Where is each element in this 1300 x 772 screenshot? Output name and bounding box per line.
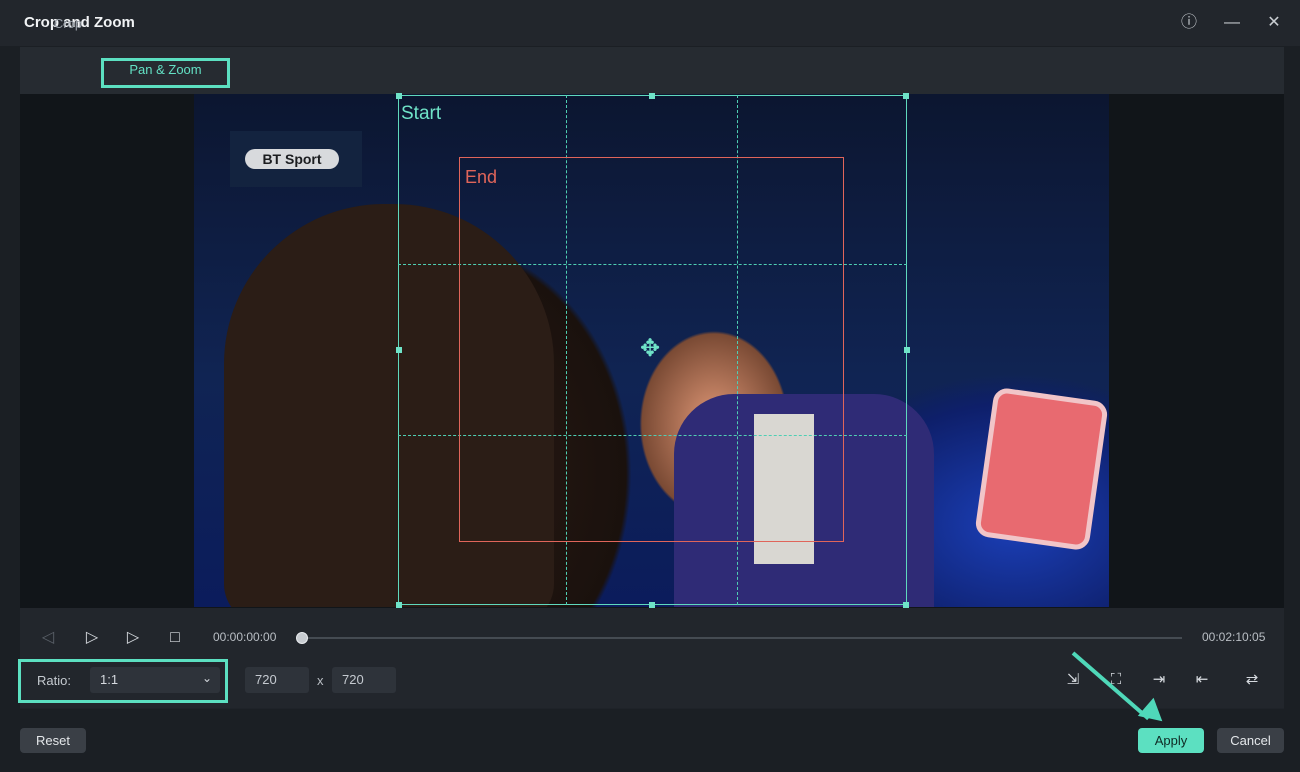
play-icon[interactable]: ▷	[123, 628, 143, 648]
cancel-button[interactable]: Cancel	[1217, 728, 1284, 753]
end-label: End	[465, 167, 498, 187]
current-time: 00:00:00:00	[213, 630, 277, 644]
handle-top[interactable]	[649, 93, 655, 99]
apply-button[interactable]: Apply	[1138, 728, 1204, 753]
height-input[interactable]: 720	[332, 667, 396, 693]
ratio-label: Ratio:	[37, 673, 71, 688]
swap-icon[interactable]: ⇄	[1242, 670, 1262, 690]
total-time: 00:02:10:05	[1202, 630, 1266, 644]
ratio-value: 1:1	[100, 672, 119, 687]
handle-top-left[interactable]	[396, 93, 402, 99]
bt-sport-logo: BT Sport	[245, 149, 339, 169]
start-label: Start	[401, 103, 442, 124]
timeline-knob[interactable]	[296, 632, 308, 644]
help-icon[interactable]: ⓘ	[1178, 12, 1200, 34]
handle-left[interactable]	[396, 347, 402, 353]
stop-icon[interactable]: □	[165, 628, 185, 648]
close-icon[interactable]: ✕	[1263, 12, 1285, 34]
tab-pan-zoom[interactable]: Pan & Zoom	[101, 58, 230, 88]
size-separator: x	[317, 673, 324, 688]
set-start-icon[interactable]: ⇤	[1192, 670, 1212, 690]
chevron-down-icon: ⌄	[201, 671, 212, 685]
minimize-icon[interactable]: —	[1221, 12, 1243, 34]
ratio-select[interactable]: 1:1 ⌄	[90, 667, 220, 693]
reset-button[interactable]: Reset	[20, 728, 86, 753]
next-frame-icon[interactable]: ▷	[82, 628, 102, 648]
handle-top-right[interactable]	[903, 93, 909, 99]
shrink-icon[interactable]: ⇲	[1063, 670, 1083, 690]
timeline-track[interactable]	[302, 637, 1182, 639]
motion-path-icon: ✥	[640, 335, 661, 362]
tab-crop[interactable]: Crop	[48, 12, 88, 36]
width-input[interactable]: 720	[245, 667, 309, 693]
set-end-icon[interactable]: ⇥	[1149, 670, 1169, 690]
title-bar: Crop and Zoom ⓘ — ✕	[0, 0, 1300, 46]
video-phone	[974, 386, 1109, 552]
prev-frame-icon[interactable]: ◁	[38, 628, 58, 648]
handle-right[interactable]	[904, 347, 910, 353]
